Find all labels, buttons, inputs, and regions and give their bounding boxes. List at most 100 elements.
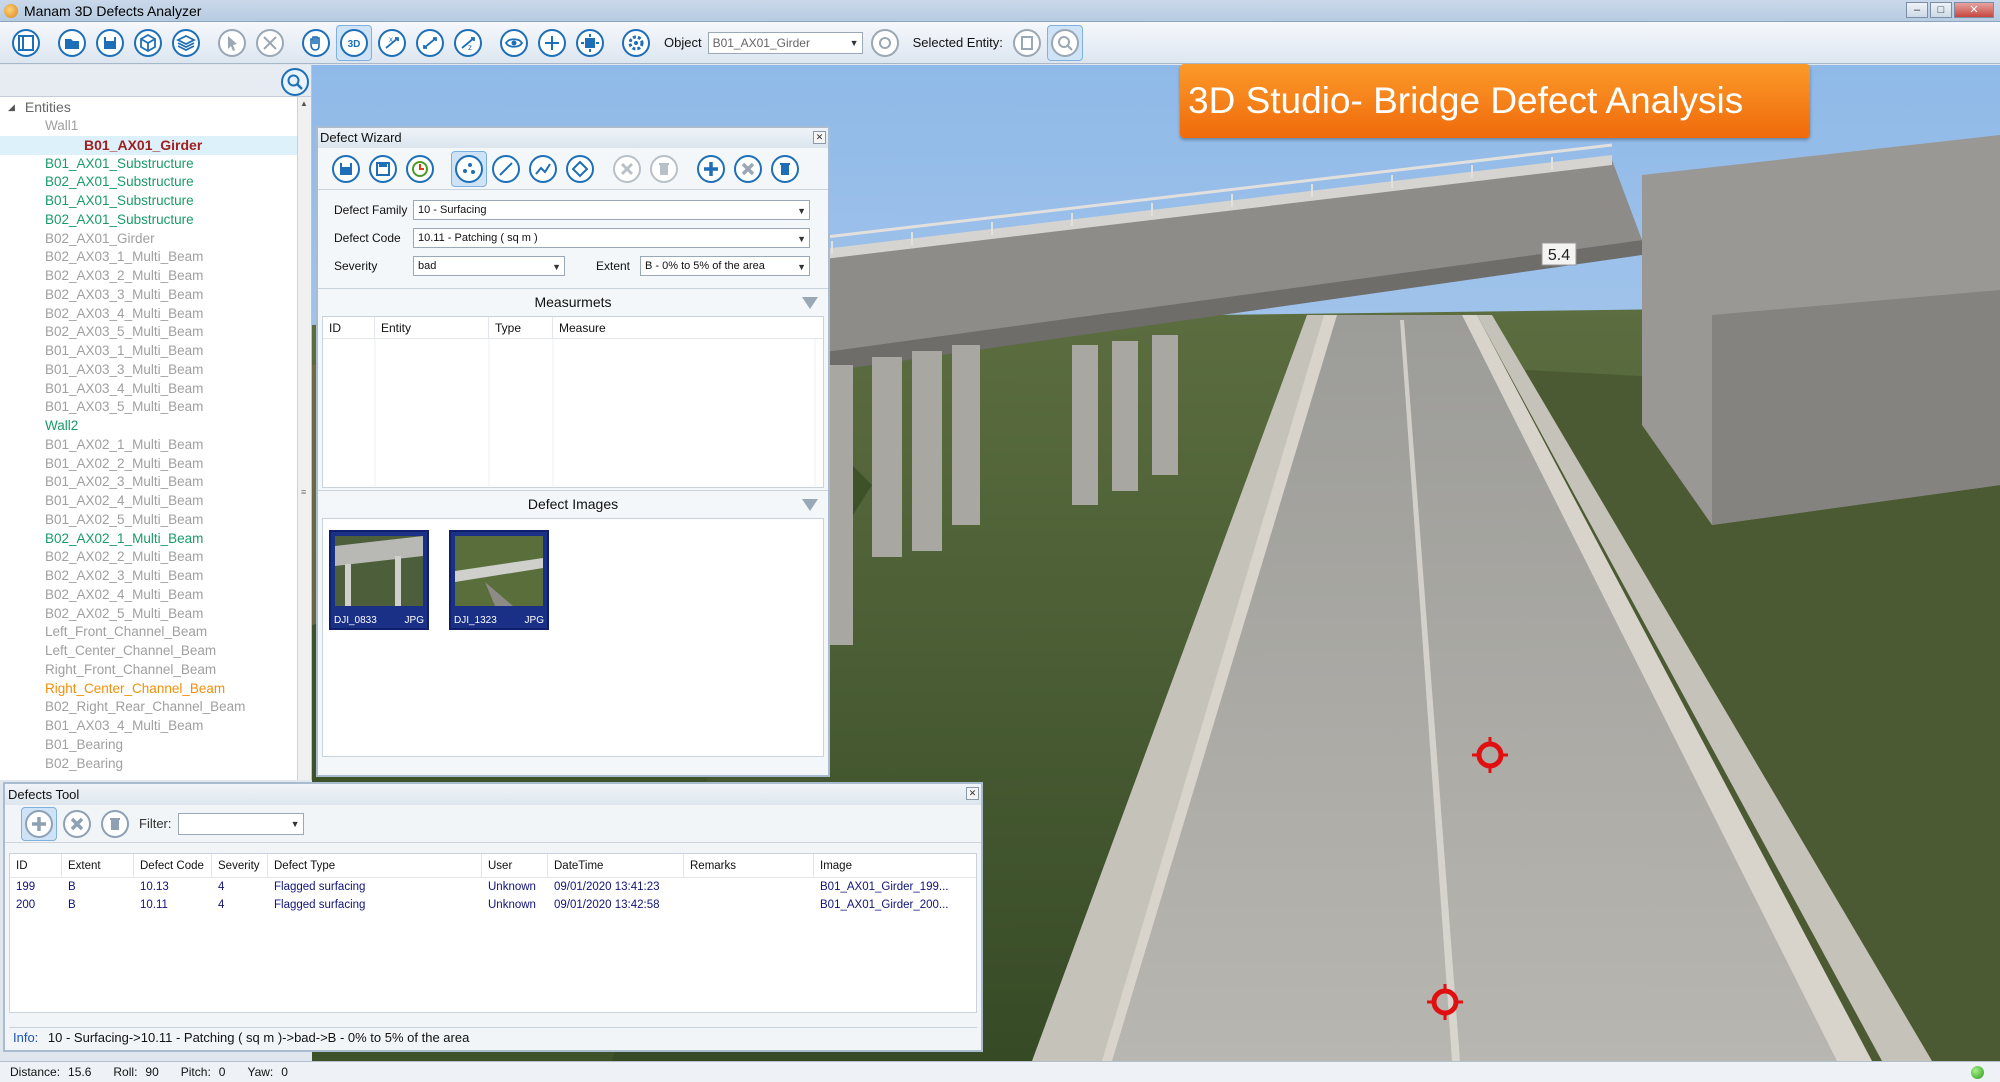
- column-header[interactable]: Remarks: [684, 854, 814, 877]
- extent-select[interactable]: B - 0% to 5% of the area ▼: [640, 256, 810, 276]
- column-header[interactable]: Image: [814, 854, 976, 877]
- tree-item[interactable]: B02_AX03_4_Multi_Beam: [0, 305, 311, 324]
- tree-item[interactable]: B02_AX03_5_Multi_Beam: [0, 323, 311, 342]
- tree-item[interactable]: B02_AX03_1_Multi_Beam: [0, 248, 311, 267]
- entities-panel-button[interactable]: [8, 25, 44, 61]
- tree-item[interactable]: Wall1: [0, 117, 311, 136]
- maximize-button[interactable]: □: [1930, 2, 1952, 18]
- object-action-button[interactable]: [867, 25, 903, 61]
- wizard-save-as-button[interactable]: [365, 151, 401, 187]
- table-row[interactable]: 199 B 10.13 4 Flagged surfacing Unknown …: [10, 878, 976, 896]
- save-button[interactable]: [92, 25, 128, 61]
- measure-points-button[interactable]: [451, 150, 487, 187]
- search-button[interactable]: [281, 68, 309, 96]
- tree-item[interactable]: B01_AX03_4_Multi_Beam: [0, 380, 311, 399]
- defect-family-select[interactable]: 10 - Surfacing ▼: [413, 200, 810, 220]
- table-row[interactable]: 200 B 10.11 4 Flagged surfacing Unknown …: [10, 896, 976, 914]
- center-button[interactable]: [534, 25, 570, 61]
- tree-item[interactable]: Wall2: [0, 417, 311, 436]
- delete-defect-button[interactable]: [97, 807, 133, 841]
- entity-info-button[interactable]: [1009, 25, 1045, 61]
- measure-line-button[interactable]: [488, 151, 524, 187]
- object-select[interactable]: B01_AX01_Girder ▼: [707, 31, 863, 54]
- tree-item[interactable]: B01_AX03_1_Multi_Beam: [0, 342, 311, 361]
- tree-item[interactable]: B01_AX02_5_Multi_Beam: [0, 511, 311, 530]
- entities-tree-root[interactable]: ◢ Entities: [0, 97, 311, 117]
- remove-defect-button[interactable]: [59, 807, 95, 841]
- layers-button[interactable]: [168, 25, 204, 61]
- severity-select[interactable]: bad ▼: [413, 256, 565, 276]
- tree-item[interactable]: B01_AX03_5_Multi_Beam: [0, 398, 311, 417]
- view-3d-button[interactable]: 3D: [336, 24, 372, 61]
- pan-button[interactable]: [298, 25, 334, 61]
- tree-item[interactable]: Left_Center_Channel_Beam: [0, 642, 311, 661]
- rotate-z-button[interactable]: z: [450, 25, 486, 61]
- tree-item[interactable]: B01_AX03_4_Multi_Beam: [0, 717, 311, 736]
- view-button[interactable]: [496, 25, 532, 61]
- tree-item[interactable]: B01_AX03_3_Multi_Beam: [0, 361, 311, 380]
- tree-item[interactable]: Right_Front_Channel_Beam: [0, 661, 311, 680]
- close-button[interactable]: ✕: [1954, 2, 1994, 18]
- tree-item[interactable]: B02_AX01_Girder: [0, 230, 311, 249]
- filter-icon[interactable]: [802, 297, 818, 309]
- entities-scrollbar[interactable]: ▲ ≡: [297, 97, 311, 780]
- tree-item[interactable]: B01_AX02_2_Multi_Beam: [0, 455, 311, 474]
- scroll-grip-icon[interactable]: ≡: [301, 487, 306, 497]
- tree-item[interactable]: B02_AX02_2_Multi_Beam: [0, 548, 311, 567]
- measure-polyline-button[interactable]: [525, 151, 561, 187]
- column-header[interactable]: Extent: [62, 854, 134, 877]
- image-thumbnail[interactable]: DJI_1323 JPG: [449, 530, 549, 630]
- rotate-x-button[interactable]: x: [374, 25, 410, 61]
- remove-defect-button[interactable]: [730, 151, 766, 187]
- tree-item[interactable]: B02_AX01_Substructure: [0, 211, 311, 230]
- tree-item[interactable]: B02_AX03_3_Multi_Beam: [0, 286, 311, 305]
- tree-item[interactable]: Left_Front_Channel_Beam: [0, 623, 311, 642]
- column-header[interactable]: Type: [489, 317, 553, 338]
- entity-zoom-button[interactable]: [1046, 24, 1083, 61]
- tree-item[interactable]: Right_Center_Channel_Beam: [0, 680, 311, 699]
- column-header[interactable]: Defect Code: [134, 854, 212, 877]
- tree-item[interactable]: B01_AX01_Substructure: [0, 155, 311, 174]
- model-3d-button[interactable]: [130, 25, 166, 61]
- filter-icon[interactable]: [802, 499, 818, 511]
- select-button[interactable]: [214, 25, 250, 61]
- wizard-save-button[interactable]: [328, 151, 364, 187]
- column-header[interactable]: ID: [10, 854, 62, 877]
- wizard-history-button[interactable]: [402, 151, 438, 187]
- close-icon[interactable]: ✕: [966, 787, 979, 800]
- tree-item[interactable]: B02_AX01_Substructure: [0, 173, 311, 192]
- filter-select[interactable]: ▼: [177, 812, 304, 835]
- measure-trash-button[interactable]: [646, 151, 682, 187]
- tree-item[interactable]: B01_AX01_Girder: [0, 135, 311, 155]
- tree-item[interactable]: B01_AX02_3_Multi_Beam: [0, 473, 311, 492]
- tree-item[interactable]: B02_Bearing: [0, 755, 311, 774]
- tree-item[interactable]: B01_AX02_4_Multi_Beam: [0, 492, 311, 511]
- column-header[interactable]: ID: [323, 317, 375, 338]
- settings-button[interactable]: [618, 25, 654, 61]
- tree-item[interactable]: B01_AX02_1_Multi_Beam: [0, 436, 311, 455]
- rotate-y-button[interactable]: [412, 25, 448, 61]
- tree-item[interactable]: B01_AX01_Substructure: [0, 192, 311, 211]
- add-defect-button[interactable]: [21, 806, 57, 841]
- column-header[interactable]: DateTime: [548, 854, 684, 877]
- column-header[interactable]: User: [482, 854, 548, 877]
- column-header[interactable]: Measure: [553, 317, 815, 338]
- measure-delete-button[interactable]: [609, 151, 645, 187]
- open-button[interactable]: [54, 25, 90, 61]
- tree-item[interactable]: B01_Bearing: [0, 736, 311, 755]
- delete-defect-button[interactable]: [767, 151, 803, 187]
- deselect-button[interactable]: [252, 25, 288, 61]
- tree-item[interactable]: B02_Right_Rear_Channel_Beam: [0, 698, 311, 717]
- tree-item[interactable]: B02_AX02_1_Multi_Beam: [0, 530, 311, 549]
- tree-item[interactable]: B02_AX02_5_Multi_Beam: [0, 605, 311, 624]
- column-header[interactable]: Severity: [212, 854, 268, 877]
- column-header[interactable]: Entity: [375, 317, 489, 338]
- close-icon[interactable]: ✕: [813, 131, 826, 144]
- defect-code-select[interactable]: 10.11 - Patching ( sq m ) ▼: [413, 228, 810, 248]
- tree-item[interactable]: B02_AX03_2_Multi_Beam: [0, 267, 311, 286]
- fit-view-button[interactable]: [572, 25, 608, 61]
- tree-item[interactable]: B02_AX02_4_Multi_Beam: [0, 586, 311, 605]
- tree-item[interactable]: B02_AX02_3_Multi_Beam: [0, 567, 311, 586]
- image-thumbnail[interactable]: DJI_0833 JPG: [329, 530, 429, 630]
- measure-area-button[interactable]: [562, 151, 598, 187]
